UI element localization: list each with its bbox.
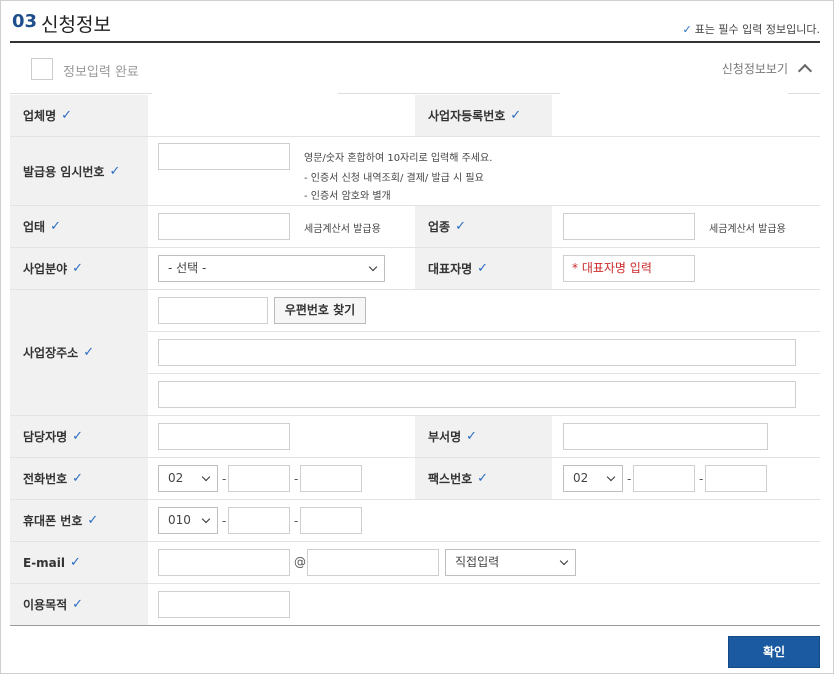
row-mobile: 휴대폰 번호 ✓ 010 - - — [10, 500, 820, 542]
label-ceo-name: 대표자명 ✓ — [415, 248, 552, 289]
department-input[interactable] — [563, 423, 768, 450]
divider — [788, 93, 820, 94]
row-address: 사업장주소 ✓ 우편번호 찾기 — [10, 290, 820, 416]
section-header: 03 신청정보 ✓ 표는 필수 입력 정보입니다. — [10, 5, 820, 43]
email-at-sign: @ — [294, 555, 306, 569]
dash: - — [222, 514, 227, 528]
temp-help-1: 영문/숫자 혼합하여 10자리로 입력해 주세요. — [304, 153, 493, 164]
completion-row: 정보입력 완료 신청정보보기 — [10, 45, 820, 95]
check-icon: ✓ — [682, 23, 692, 36]
manager-input[interactable] — [158, 423, 290, 450]
ceo-name-input[interactable]: * 대표자명 입력 — [563, 255, 695, 282]
row-biz-field: 사업분야 ✓ - 선택 - 대표자명 ✓ * 대표자명 입력 — [10, 248, 820, 290]
mobile-last-input[interactable] — [300, 507, 362, 534]
row-manager: 담당자명 ✓ 부서명 ✓ — [10, 416, 820, 458]
required-note-text: 표는 필수 입력 정보입니다. — [694, 23, 820, 36]
section-number: 03 — [12, 11, 38, 32]
dash: - — [699, 472, 704, 486]
check-icon: ✓ — [510, 108, 522, 123]
row-purpose: 이용목적 ✓ — [10, 584, 820, 626]
label-phone: 전화번호 ✓ — [10, 458, 148, 499]
label-temp-number: 발급용 임시번호 ✓ — [10, 137, 148, 205]
view-toggle-label: 신청정보보기 — [721, 62, 788, 76]
confirm-button[interactable]: 확인 — [728, 636, 820, 668]
label-biz-type: 업태 ✓ — [10, 206, 148, 247]
label-biz-item: 업종 ✓ — [415, 206, 552, 247]
check-icon: ✓ — [50, 219, 61, 234]
temp-help-2: - 인증서 신청 내역조회/ 결제/ 발급 시 필요 — [304, 173, 484, 184]
divider — [10, 93, 152, 94]
row-company: 업체명 ✓ 사업자등록번호 ✓ — [10, 95, 820, 137]
dash: - — [627, 472, 632, 486]
dash: - — [294, 514, 299, 528]
complete-label: 정보입력 완료 — [63, 65, 139, 80]
phone-mid-input[interactable] — [228, 465, 290, 492]
check-icon: ✓ — [72, 429, 84, 444]
label-manager: 담당자명 ✓ — [10, 416, 148, 457]
check-icon: ✓ — [109, 163, 121, 179]
email-domain-input[interactable] — [307, 549, 439, 576]
check-icon: ✓ — [466, 429, 478, 444]
label-biz-reg-no: 사업자등록번호 ✓ — [415, 95, 552, 136]
mobile-prefix-select[interactable]: 010 — [158, 507, 218, 534]
view-toggle-button[interactable]: 신청정보보기 — [721, 60, 813, 79]
row-phone: 전화번호 ✓ 02 - - 팩스번호 ✓ 02 - - — [10, 458, 820, 500]
required-note: ✓ 표는 필수 입력 정보입니다. — [682, 21, 820, 37]
fax-area-select[interactable]: 02 — [563, 465, 623, 492]
divider — [338, 93, 560, 94]
label-company-name: 업체명 ✓ — [10, 95, 148, 136]
label-department: 부서명 ✓ — [415, 416, 552, 457]
row-biz-type: 업태 ✓ 세금계산서 발급용 업종 ✓ 세금계산서 발급용 — [10, 206, 820, 248]
label-address: 사업장주소 ✓ — [10, 290, 148, 415]
find-zip-button[interactable]: 우편번호 찾기 — [274, 297, 366, 324]
label-email: E-mail ✓ — [10, 542, 148, 583]
divider — [148, 331, 820, 332]
row-temp-number: 발급용 임시번호 ✓ 영문/숫자 혼합하여 10자리로 입력해 주세요. - 인증… — [10, 137, 820, 206]
divider — [148, 373, 820, 374]
email-domain-select[interactable]: 직접입력 — [445, 549, 576, 576]
check-icon: ✓ — [477, 261, 489, 276]
application-panel: 03 신청정보 ✓ 표는 필수 입력 정보입니다. 정보입력 완료 신청정보보기 … — [0, 0, 834, 674]
biz-item-help: 세금계산서 발급용 — [709, 224, 786, 235]
check-icon: ✓ — [72, 597, 84, 612]
label-biz-field: 사업분야 ✓ — [10, 248, 148, 289]
phone-last-input[interactable] — [300, 465, 362, 492]
temp-number-input[interactable] — [158, 143, 290, 170]
check-icon: ✓ — [61, 108, 73, 123]
check-icon: ✓ — [72, 261, 84, 276]
check-icon: ✓ — [83, 345, 95, 360]
fax-last-input[interactable] — [705, 465, 767, 492]
complete-checkbox[interactable] — [31, 58, 53, 80]
label-fax: 팩스번호 ✓ — [415, 458, 552, 499]
row-email: E-mail ✓ @ 직접입력 — [10, 542, 820, 584]
fax-mid-input[interactable] — [633, 465, 695, 492]
check-icon: ✓ — [72, 471, 84, 486]
biz-type-input[interactable] — [158, 213, 290, 240]
check-icon: ✓ — [477, 471, 489, 486]
check-icon: ✓ — [455, 219, 466, 234]
chevron-up-icon — [797, 63, 813, 79]
check-icon: ✓ — [87, 513, 99, 528]
dash: - — [222, 472, 227, 486]
address-line2-input[interactable] — [158, 381, 796, 408]
mobile-mid-input[interactable] — [228, 507, 290, 534]
label-purpose: 이용목적 ✓ — [10, 584, 148, 625]
email-local-input[interactable] — [158, 549, 290, 576]
purpose-input[interactable] — [158, 591, 290, 618]
biz-item-input[interactable] — [563, 213, 695, 240]
label-mobile: 휴대폰 번호 ✓ — [10, 500, 148, 541]
section-title: 신청정보 — [41, 14, 111, 36]
address-line1-input[interactable] — [158, 339, 796, 366]
biz-field-select[interactable]: - 선택 - — [158, 255, 385, 282]
dash: - — [294, 472, 299, 486]
biz-type-help: 세금계산서 발급용 — [304, 224, 381, 235]
phone-area-select[interactable]: 02 — [158, 465, 218, 492]
temp-help-3: - 인증서 암호와 별개 — [304, 191, 391, 202]
zip-code-input[interactable] — [158, 297, 268, 324]
check-icon: ✓ — [70, 555, 81, 570]
